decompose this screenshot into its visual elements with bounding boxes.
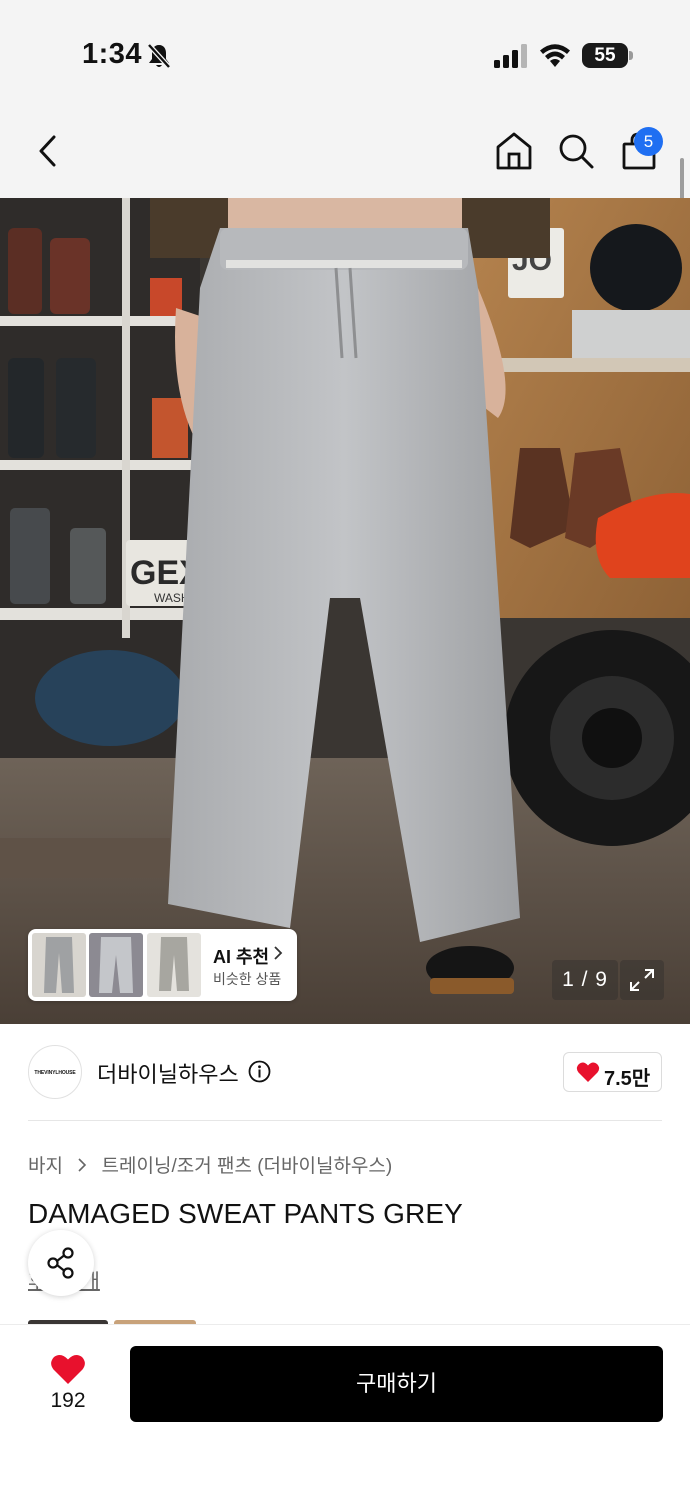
share-button[interactable]	[28, 1230, 94, 1296]
breadcrumb-item-category[interactable]: 바지	[28, 1151, 63, 1178]
ai-recommend-title: AI 추천	[213, 947, 270, 967]
brand-like-count: 7.5만	[604, 1068, 651, 1090]
brand-like-button[interactable]: 7.5만	[563, 1052, 662, 1092]
status-bar: 1:34 55	[0, 0, 690, 100]
product-title: DAMAGED SWEAT PANTS GREY	[28, 1198, 463, 1229]
ai-recommend-subtitle: 비슷한 상품	[213, 971, 282, 987]
product-hero-image[interactable]: GEX WASH JO	[0, 198, 690, 1024]
breadcrumb-item-subcategory[interactable]: 트레이닝/조거 팬츠 (더바이닐하우스)	[102, 1151, 393, 1178]
bell-slash-icon	[147, 43, 171, 69]
top-nav-bar	[0, 100, 690, 198]
brand-row: THEVINYLHOUSE 더바이닐하우스 7.5만	[0, 1024, 690, 1120]
product-photo: GEX WASH JO	[0, 198, 690, 1024]
cart-count-badge: 5	[634, 127, 663, 156]
share-icon	[47, 1247, 74, 1279]
back-icon[interactable]	[34, 134, 64, 168]
image-page-indicator: 1 / 9	[552, 960, 618, 1000]
battery-indicator: 55	[582, 43, 628, 68]
chevron-right-icon	[274, 946, 283, 960]
divider	[28, 1120, 662, 1121]
status-time: 1:34	[82, 38, 143, 70]
signal-icon	[494, 44, 527, 68]
chevron-right-icon	[78, 1158, 87, 1172]
buy-button[interactable]: 구매하기	[130, 1346, 663, 1422]
wish-count: 192	[50, 1389, 86, 1412]
breadcrumb: 바지 트레이닝/조거 팬츠 (더바이닐하우스)	[28, 1151, 392, 1178]
home-icon[interactable]	[494, 130, 534, 172]
brand-name[interactable]: 더바이닐하우스	[97, 1057, 239, 1089]
expand-icon	[630, 969, 654, 991]
info-icon[interactable]	[248, 1060, 271, 1083]
ai-thumbnail-2[interactable]	[89, 933, 143, 997]
ai-thumbnail-1[interactable]	[32, 933, 86, 997]
battery-tip	[629, 51, 633, 60]
ai-recommendation-card[interactable]: AI 추천 비슷한 상품	[28, 929, 297, 1001]
brand-logo[interactable]: THEVINYLHOUSE	[28, 1045, 82, 1099]
bottom-action-bar: 192 구매하기	[0, 1324, 690, 1500]
search-icon[interactable]	[556, 130, 596, 172]
heart-icon	[576, 1062, 600, 1082]
heart-icon[interactable]	[50, 1353, 86, 1385]
expand-image-button[interactable]	[620, 960, 664, 1000]
ai-thumbnail-3[interactable]	[147, 933, 201, 997]
wifi-icon	[540, 44, 570, 67]
